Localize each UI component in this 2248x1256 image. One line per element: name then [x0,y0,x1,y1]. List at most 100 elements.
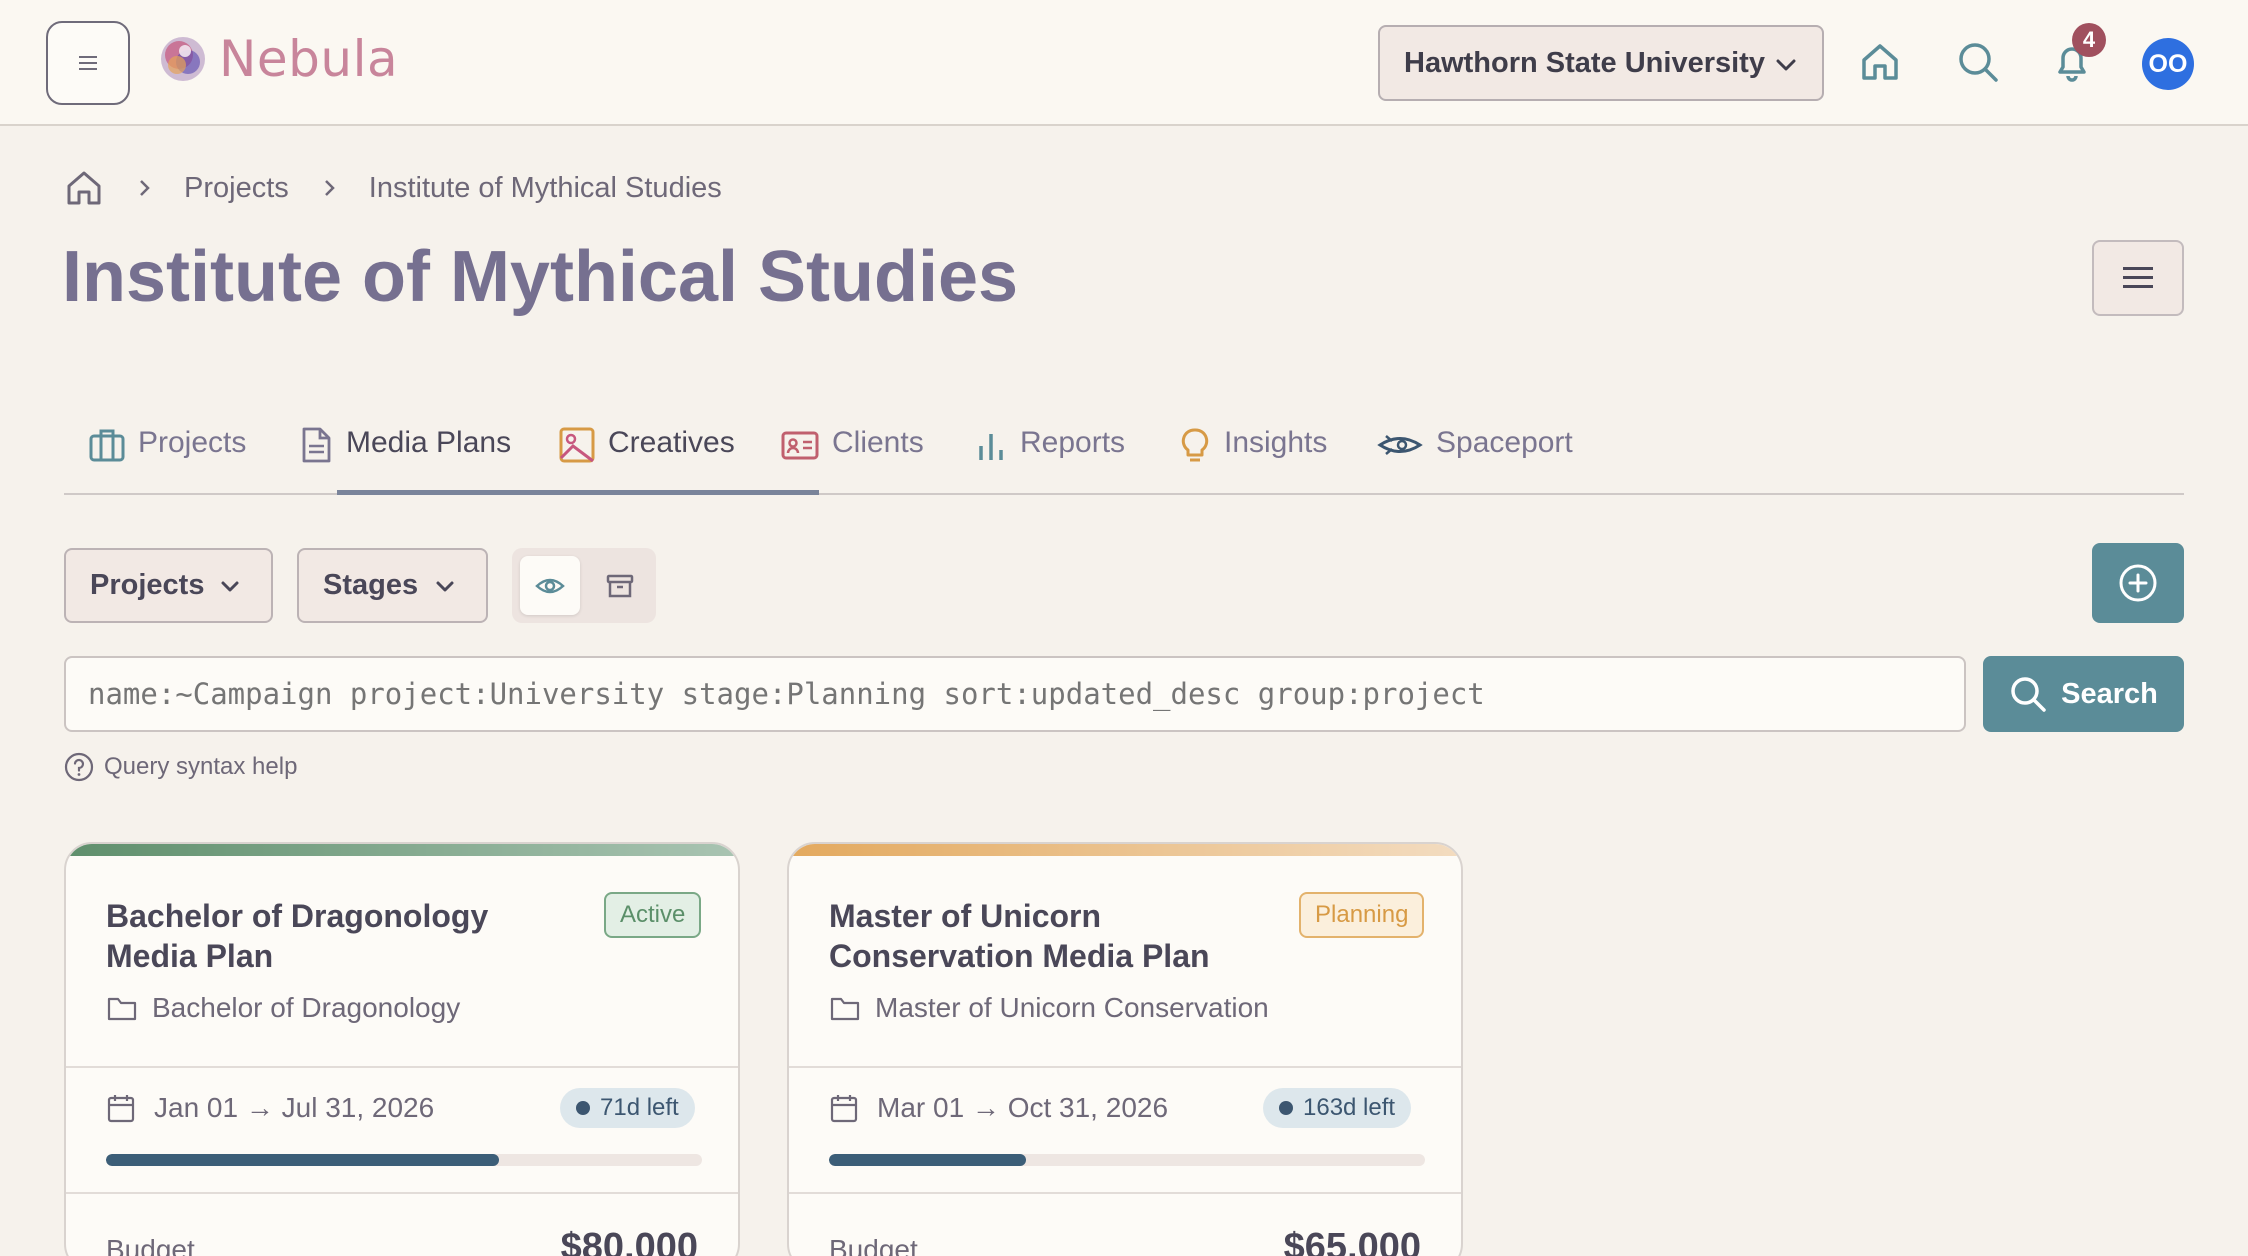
breadcrumb: Projects Institute of Mythical Studies [64,168,722,208]
add-media-plan-button[interactable] [2092,543,2184,623]
home-icon [1862,44,1898,80]
timeline-progress-bar [829,1154,1425,1166]
top-bar: Nebula Hawthorn State University 4 OO [0,0,2248,126]
briefcase-icon [89,429,125,462]
card-title[interactable]: Master of Unicorn Conservation Media Pla… [829,896,1269,976]
folder-icon [107,997,137,1021]
help-circle-icon [64,752,94,782]
media-plan-card[interactable]: Master of Unicorn Conservation Media Pla… [787,842,1463,1256]
tab-clients[interactable]: Clients [780,408,924,495]
budget-value: $80,000 [560,1226,698,1256]
card-date-range: Mar 01 → Oct 31, 2026 [829,1092,1168,1124]
card-project-name: Master of Unicorn Conservation [875,992,1269,1023]
budget-value: $65,000 [1283,1226,1421,1256]
stages-filter-label: Stages [323,569,419,601]
show-active-toggle[interactable] [520,556,580,615]
search-button[interactable] [1950,34,2006,90]
hamburger-icon [79,56,97,70]
bar-chart-icon [979,434,1003,460]
app-name: Nebula [219,30,399,88]
active-tab-indicator [337,490,819,495]
page-menu-button[interactable] [2092,240,2184,316]
tab-insights[interactable]: Insights [1178,408,1327,495]
tab-label: Media Plans [346,426,512,459]
user-avatar[interactable]: OO [2142,38,2194,90]
date-range-text: Jan 01 → Jul 31, 2026 [154,1092,435,1123]
tab-media-plans[interactable]: Media Plans [298,408,511,495]
lightbulb-icon [1181,428,1209,462]
chevron-down-icon [436,581,454,591]
budget-label: Budget [829,1234,918,1256]
tab-spaceport[interactable]: Spaceport [1376,408,1573,495]
query-input[interactable] [64,656,1966,732]
stages-filter-dropdown[interactable]: Stages [297,548,488,623]
days-left-text: 163d left [1303,1094,1396,1121]
projects-filter-dropdown[interactable]: Projects [64,548,273,623]
help-label: Query syntax help [104,753,298,780]
card-date-range: Jan 01 → Jul 31, 2026 [106,1092,434,1124]
search-icon [2011,677,2046,712]
id-card-icon [781,431,819,460]
tab-label: Clients [832,426,924,459]
media-plan-card[interactable]: Bachelor of Dragonology Media Plan Activ… [64,842,740,1256]
archive-icon [606,574,634,597]
divider [66,1066,738,1068]
chevron-down-icon [221,581,239,591]
card-project[interactable]: Bachelor of Dragonology [106,992,460,1024]
days-left-badge: 163d left [1263,1088,1412,1128]
query-syntax-help-link[interactable]: Query syntax help [64,752,297,782]
date-range-text: Mar 01 → Oct 31, 2026 [877,1092,1169,1123]
menu-button[interactable] [46,21,130,105]
search-button-label: Search [2061,677,2158,710]
tab-label: Insights [1224,426,1328,459]
search-button[interactable]: Search [1983,656,2184,732]
status-dot [1279,1101,1293,1115]
home-button[interactable] [1852,34,1908,90]
show-archived-toggle[interactable] [590,556,650,615]
plus-circle-icon [2119,564,2157,602]
status-dot [576,1101,590,1115]
page-title: Institute of Mythical Studies [62,237,1019,317]
status-badge: Planning [1299,892,1425,938]
folder-icon [830,997,860,1021]
breadcrumb-item-projects[interactable]: Projects [184,172,289,205]
budget-label: Budget [106,1234,195,1256]
card-title[interactable]: Bachelor of Dragonology Media Plan [106,896,546,976]
tab-projects[interactable]: Projects [88,408,246,495]
tab-reports[interactable]: Reports [974,408,1125,495]
organization-name: Hawthorn State University [1404,46,1765,79]
timeline-progress-bar [106,1154,702,1166]
view-toggle-group [512,548,656,623]
tab-creatives[interactable]: Creatives [558,408,735,495]
projects-filter-label: Projects [90,569,205,601]
card-accent-bar [66,844,738,856]
organization-selector[interactable]: Hawthorn State University [1378,25,1824,101]
calendar-icon [830,1095,858,1123]
divider [789,1192,1461,1194]
chevron-right-icon [134,178,154,198]
app-logo[interactable]: Nebula [155,30,398,88]
status-badge: Active [604,892,702,938]
progress-fill [829,1154,1026,1166]
card-project[interactable]: Master of Unicorn Conservation [829,992,1269,1024]
days-left-text: 71d left [600,1094,679,1121]
card-accent-bar [789,844,1461,856]
search-icon [1959,43,1998,82]
hamburger-icon [2123,267,2153,288]
tab-label: Reports [1020,426,1126,459]
progress-fill [106,1154,500,1166]
calendar-icon [107,1095,135,1123]
image-icon [559,427,595,463]
divider [66,1192,738,1194]
rocket-icon [1377,435,1423,455]
breadcrumb-item-current: Institute of Mythical Studies [368,171,722,204]
tab-bar: Projects Media Plans Creatives Clients R… [64,408,2184,495]
chevron-right-icon [319,178,339,198]
home-icon[interactable] [64,168,104,208]
divider [789,1066,1461,1068]
chevron-down-icon [1776,59,1796,71]
days-left-badge: 71d left [560,1088,695,1128]
notification-count-badge: 4 [2072,23,2106,57]
nebula-logo-icon [161,37,205,81]
card-project-name: Bachelor of Dragonology [152,992,461,1023]
